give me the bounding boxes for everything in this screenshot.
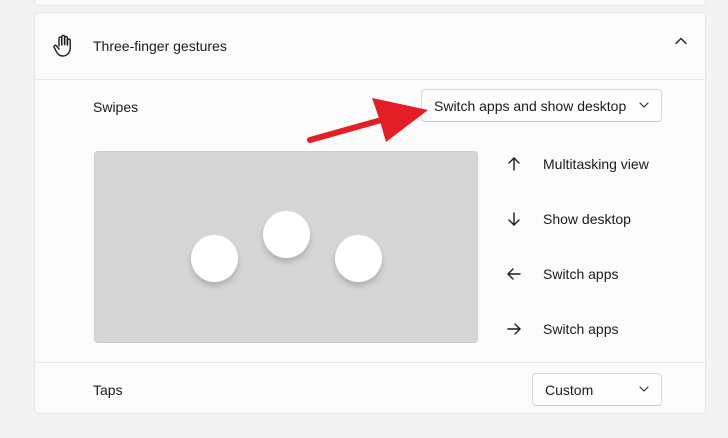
swipes-label: Swipes [93,99,139,115]
direction-down-row: Show desktop [505,207,631,231]
collapse-button[interactable] [669,37,693,57]
direction-up-label: Multitasking view [543,156,649,172]
three-finger-gestures-panel: Three-finger gestures Swipes Switch apps… [34,12,706,414]
finger-dot-left [191,235,238,282]
taps-label: Taps [93,382,123,398]
section-divider [35,362,705,363]
taps-selected-value: Custom [545,381,594,398]
section-header[interactable]: Three-finger gestures [35,13,705,80]
previous-card-edge [34,0,706,6]
arrow-left-icon [507,268,521,280]
direction-up-row: Multitasking view [505,152,649,176]
chevron-down-icon [639,102,649,108]
direction-right-label: Switch apps [543,321,619,337]
section-title: Three-finger gestures [93,38,227,54]
direction-right-row: Switch apps [505,317,618,341]
arrow-right-icon [507,323,521,335]
taps-dropdown[interactable]: Custom [532,373,662,406]
arrow-up-icon [508,157,520,171]
direction-left-row: Switch apps [505,262,618,286]
direction-down-label: Show desktop [543,211,631,227]
swipes-selected-value: Switch apps and show desktop [434,97,627,114]
arrow-down-icon [508,212,520,226]
hand-icon [52,34,74,58]
swipes-dropdown[interactable]: Switch apps and show desktop [421,89,662,122]
direction-left-label: Switch apps [543,266,619,282]
finger-dot-right [335,235,382,282]
chevron-up-icon [675,37,687,45]
finger-dot-middle [263,211,310,258]
gesture-preview [94,151,478,343]
chevron-down-icon [639,386,649,392]
